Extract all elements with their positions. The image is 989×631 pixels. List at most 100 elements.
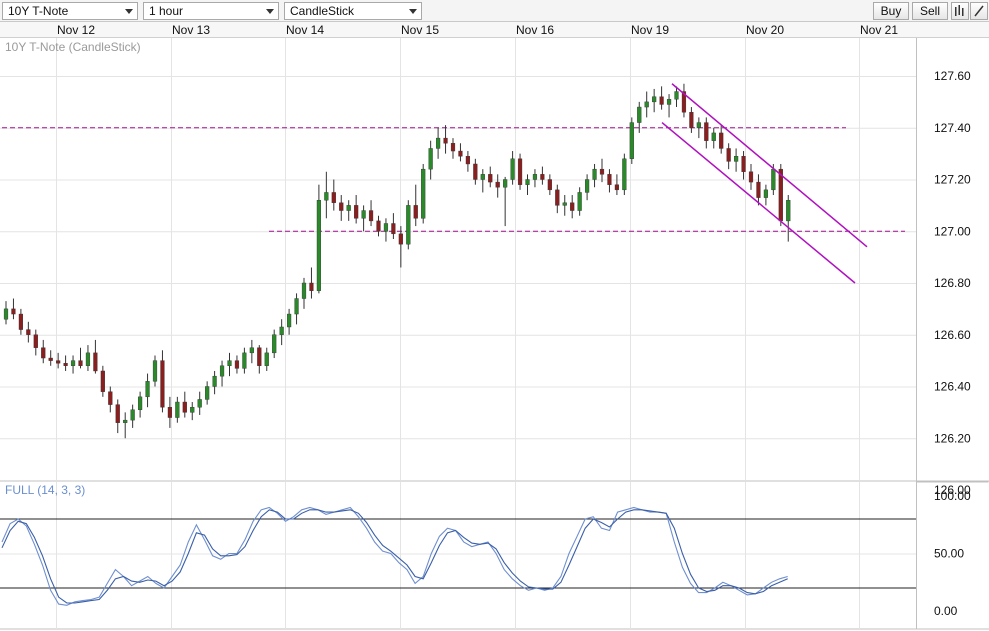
- candle-body: [629, 122, 634, 159]
- stochastic-k-line: [1, 506, 788, 606]
- candle-body: [696, 122, 701, 128]
- candle-body: [421, 168, 426, 219]
- y-tick-label: 126.40: [934, 380, 971, 394]
- candle-body: [368, 210, 374, 222]
- candle-body: [570, 202, 575, 211]
- candle-body: [517, 158, 523, 185]
- candle-body: [704, 122, 709, 141]
- y-tick-label: 126.80: [934, 276, 971, 290]
- y-tick-label: 100.00: [934, 489, 971, 503]
- panel-divider-axis: [916, 481, 989, 483]
- candle-body: [85, 352, 91, 366]
- candle-body: [182, 401, 187, 413]
- candle-body: [41, 347, 46, 359]
- y-tick-label: 127.60: [934, 69, 971, 83]
- candle-body: [778, 168, 783, 222]
- candle-body: [242, 352, 247, 369]
- candle-body: [547, 179, 552, 191]
- candle-body: [279, 326, 284, 335]
- candle-body: [354, 205, 359, 219]
- candle-body: [249, 347, 254, 354]
- candle-body: [495, 181, 500, 188]
- candle-body: [123, 419, 128, 423]
- y-tick-label: 127.20: [934, 173, 971, 187]
- candle-body: [540, 174, 545, 180]
- candle-body: [63, 363, 68, 366]
- candle-body: [264, 352, 269, 366]
- candle-body: [413, 205, 418, 219]
- candle-body: [205, 386, 210, 400]
- candle-body: [197, 399, 202, 408]
- candle-body: [48, 357, 53, 361]
- candle-body: [450, 143, 456, 152]
- y-tick-label: 0.00: [934, 604, 958, 618]
- candle-body: [346, 205, 351, 211]
- candle-body: [11, 308, 16, 315]
- candle-body: [227, 360, 232, 366]
- candle-body: [33, 334, 38, 348]
- oscillator-title: FULL (14, 3, 3): [5, 483, 86, 497]
- candle-body: [376, 220, 381, 232]
- candle-body: [689, 112, 694, 128]
- candle-body: [719, 132, 724, 149]
- candle-body: [175, 401, 180, 418]
- candle-body: [115, 404, 120, 423]
- candle-body: [339, 202, 344, 211]
- y-tick-label: 127.40: [934, 121, 971, 135]
- candle-body: [532, 174, 538, 180]
- candle-body: [391, 223, 396, 235]
- candle-body: [599, 168, 605, 175]
- candle-body: [622, 158, 627, 191]
- candle-body: [78, 360, 83, 366]
- candle-body: [555, 189, 560, 206]
- candle-body: [331, 192, 336, 203]
- candle-body: [26, 329, 31, 335]
- candle-body: [316, 199, 321, 291]
- candle-body: [130, 409, 135, 421]
- candle-body: [70, 360, 76, 366]
- candle-body: [748, 171, 754, 183]
- candle-body: [436, 137, 441, 149]
- candle-body: [510, 158, 515, 180]
- candle-body: [3, 308, 9, 320]
- candle-body: [734, 156, 739, 162]
- candle-body: [383, 223, 389, 232]
- y-tick-label: 126.60: [934, 328, 971, 342]
- candle-body: [361, 210, 366, 219]
- candle-body: [577, 192, 582, 211]
- candle-body: [324, 192, 329, 201]
- candle-body: [644, 101, 649, 108]
- y-tick-label: 126.20: [934, 431, 971, 445]
- candle-body: [607, 174, 612, 185]
- candle-body: [763, 189, 768, 198]
- candle-body: [190, 407, 195, 413]
- candle-body: [398, 233, 403, 245]
- candle-body: [726, 148, 731, 162]
- candle-body: [480, 174, 485, 180]
- candle-body: [212, 375, 217, 387]
- candle-body: [659, 96, 664, 105]
- candle-body: [160, 360, 165, 408]
- candle-body: [503, 179, 508, 188]
- candle-body: [443, 137, 448, 144]
- candle-body: [652, 96, 657, 103]
- stochastic-d-line: [1, 509, 788, 604]
- candle-body: [309, 282, 314, 291]
- candle-body: [674, 91, 679, 100]
- candle-body: [219, 365, 225, 377]
- candle-body: [100, 370, 105, 392]
- candle-body: [637, 106, 642, 123]
- main-chart-title: 10Y T-Note (CandleStick): [5, 40, 141, 54]
- candle-body: [488, 174, 493, 183]
- candle-body: [301, 282, 307, 299]
- candle-body: [272, 334, 277, 354]
- candle-body: [711, 132, 716, 141]
- candle-body: [257, 347, 262, 366]
- candle-body: [465, 156, 470, 165]
- chart-canvas[interactable]: 127.60 127.40 127.20 127.00 126.80 126.60 126.…: [0, 0, 989, 631]
- candle-body: [614, 184, 619, 191]
- candle-body: [137, 396, 143, 410]
- candle-body: [592, 168, 597, 180]
- candle-body: [585, 179, 590, 193]
- candle-body: [525, 179, 530, 185]
